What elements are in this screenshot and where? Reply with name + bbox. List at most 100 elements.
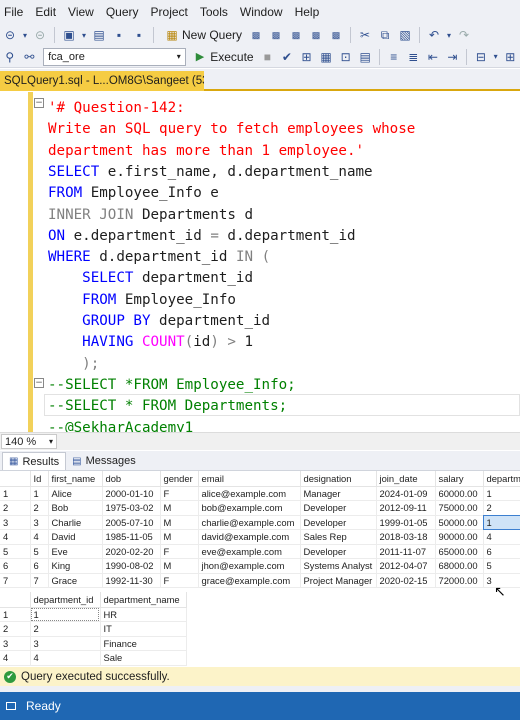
grid-cell[interactable]: Project Manager: [300, 573, 377, 588]
grid-cell[interactable]: bob@example.com: [198, 500, 301, 516]
cut-icon[interactable]: ✂: [356, 26, 374, 44]
grid-cell[interactable]: alice@example.com: [198, 486, 301, 501]
table-row[interactable]: 1 1 Alice 2000-01-10 Falice@example.com Manag…: [0, 486, 520, 501]
grid-cell[interactable]: 4: [30, 650, 101, 666]
db-query-icon[interactable]: ▩: [247, 26, 265, 44]
grid-cell[interactable]: 3: [30, 636, 101, 651]
mdx-query-icon[interactable]: ▩: [267, 26, 285, 44]
query-designer-icon[interactable]: ▦: [317, 48, 335, 66]
grid-cell[interactable]: F: [160, 573, 199, 588]
grid-cell[interactable]: 72000.00: [435, 573, 484, 588]
column-header[interactable]: email: [198, 471, 301, 487]
tab-messages[interactable]: ▤ Messages: [66, 452, 142, 470]
column-header[interactable]: departm: [483, 471, 520, 487]
grid-cell[interactable]: 4: [483, 529, 520, 545]
grid-cell[interactable]: M: [160, 515, 199, 530]
row-number[interactable]: 2: [0, 500, 31, 516]
menu-help[interactable]: Help: [293, 0, 330, 24]
grid-cell[interactable]: 65000.00: [435, 544, 484, 559]
dropdown-icon[interactable]: ▾: [492, 48, 500, 66]
save-icon[interactable]: ▪: [110, 26, 128, 44]
table-row[interactable]: 4 4 Sale: [0, 650, 187, 666]
new-project-icon[interactable]: ▣: [60, 26, 78, 44]
grid-cell[interactable]: 2000-01-10: [102, 486, 161, 501]
grid-cell[interactable]: M: [160, 529, 199, 545]
menu-file[interactable]: File: [2, 0, 33, 24]
table-row[interactable]: 7 7 Grace 1992-11-30 Fgrace@example.com Proje…: [0, 573, 520, 588]
grid-cell[interactable]: 1999-01-05: [376, 515, 436, 530]
row-number[interactable]: 1: [0, 607, 31, 622]
redo-icon[interactable]: ↷: [455, 26, 473, 44]
grid-cell[interactable]: 7: [30, 573, 49, 588]
results-grid-departments[interactable]: department_id department_name 1 1 HR 2 2 IT 3 3 F…: [0, 592, 187, 666]
fold-toggle-icon[interactable]: −: [34, 98, 44, 108]
grid-cell[interactable]: 1985-11-05: [102, 529, 161, 545]
grid-cell[interactable]: 2012-09-11: [376, 500, 436, 516]
grid-cell[interactable]: M: [160, 500, 199, 516]
dropdown-icon[interactable]: ▾: [21, 26, 29, 44]
stop-icon[interactable]: ■: [259, 48, 277, 66]
back-icon[interactable]: ⊝: [1, 26, 19, 44]
execute-button[interactable]: ▶ Execute: [192, 48, 258, 66]
grid-cell[interactable]: 50000.00: [435, 515, 484, 530]
grid-cell[interactable]: Finance: [100, 636, 187, 651]
xmla-query-icon[interactable]: ▩: [307, 26, 325, 44]
grid-cell[interactable]: 2: [30, 621, 101, 637]
table-row[interactable]: 2 2 Bob 1975-03-02 Mbob@example.com Developer…: [0, 500, 520, 516]
row-number[interactable]: 2: [0, 621, 31, 637]
grid-cell[interactable]: 60000.00: [435, 486, 484, 501]
grid-cell[interactable]: 2018-03-18: [376, 529, 436, 545]
tab-results[interactable]: ▦ Results: [2, 452, 67, 470]
grid-cell[interactable]: 2005-07-10: [102, 515, 161, 530]
open-icon[interactable]: ▤: [90, 26, 108, 44]
grid-cell[interactable]: 2: [30, 500, 49, 516]
grid-cell[interactable]: 2020-02-20: [102, 544, 161, 559]
grid-cell[interactable]: 6: [483, 544, 520, 559]
grid-cell[interactable]: jhon@example.com: [198, 558, 301, 574]
estimated-plan-icon[interactable]: ⊞: [298, 48, 316, 66]
table-row[interactable]: 3 3 Finance: [0, 636, 187, 651]
query-editor[interactable]: − − '# Question-142: Write an SQL query t…: [0, 92, 520, 432]
grid-cell[interactable]: 2024-01-09: [376, 486, 436, 501]
table-row[interactable]: 6 6 King 1990-08-02 Mjhon@example.com Systems…: [0, 558, 520, 574]
grid-cell[interactable]: eve@example.com: [198, 544, 301, 559]
grid-cell[interactable]: 68000.00: [435, 558, 484, 574]
fold-toggle-icon[interactable]: −: [34, 378, 44, 388]
column-header[interactable]: Id: [30, 471, 49, 487]
grid-cell[interactable]: Bob: [48, 500, 103, 516]
results-text-icon[interactable]: ▤: [356, 48, 374, 66]
row-number[interactable]: 6: [0, 558, 31, 574]
column-header[interactable]: gender: [160, 471, 199, 487]
grid-cell[interactable]: Sale: [100, 650, 187, 666]
grid-cell[interactable]: charlie@example.com: [198, 515, 301, 530]
grid-cell[interactable]: David: [48, 529, 103, 545]
grid-cell[interactable]: Developer: [300, 544, 377, 559]
parse-icon[interactable]: ✔: [278, 48, 296, 66]
dax-query-icon[interactable]: ▩: [327, 26, 345, 44]
dmx-query-icon[interactable]: ▩: [287, 26, 305, 44]
menu-tools[interactable]: Tools: [198, 0, 238, 24]
dropdown-icon[interactable]: ▾: [445, 26, 453, 44]
table-row[interactable]: 5 5 Eve 2020-02-20 Feve@example.com Developer…: [0, 544, 520, 559]
tab-sqlquery1[interactable]: SQLQuery1.sql - L...OM8G\Sangeet (53))* …: [0, 71, 204, 91]
grid-cell[interactable]: Alice: [48, 486, 103, 501]
column-header[interactable]: salary: [435, 471, 484, 487]
paste-icon[interactable]: ▧: [396, 26, 414, 44]
table-row[interactable]: 4 4 David 1985-11-05 Mdavid@example.com Sales…: [0, 529, 520, 545]
horizontal-scrollbar[interactable]: [65, 433, 520, 450]
grid-cell[interactable]: 2020-02-15: [376, 573, 436, 588]
row-number[interactable]: 4: [0, 650, 31, 666]
grid-cell[interactable]: Charlie: [48, 515, 103, 530]
outdent-icon[interactable]: ⇤: [424, 48, 442, 66]
zoom-select[interactable]: 140 % ▾: [1, 434, 57, 449]
grid-cell[interactable]: 90000.00: [435, 529, 484, 545]
column-header[interactable]: dob: [102, 471, 161, 487]
grid-cell[interactable]: Developer: [300, 500, 377, 516]
column-header[interactable]: [0, 471, 31, 487]
grid-cell[interactable]: M: [160, 558, 199, 574]
grid-cell[interactable]: 5: [483, 558, 520, 574]
new-query-button[interactable]: ▦ New Query: [158, 26, 246, 44]
grid-cell[interactable]: F: [160, 486, 199, 501]
grid-cell[interactable]: 2011-11-07: [376, 544, 436, 559]
row-number[interactable]: 7: [0, 573, 31, 588]
